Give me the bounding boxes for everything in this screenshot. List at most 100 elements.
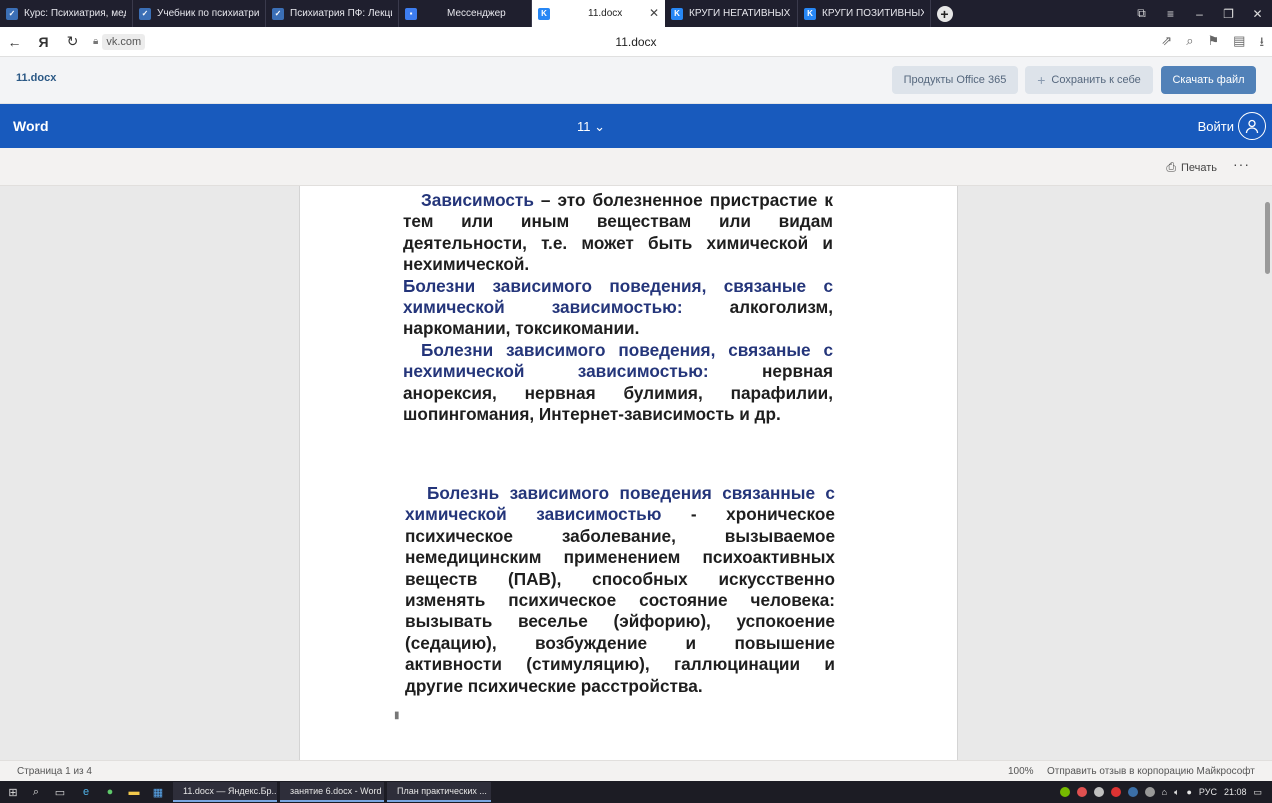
opera-icon[interactable]: [1110, 787, 1121, 797]
tab-label: КРУГИ НЕГАТИВНЫХ ПСИ: [689, 8, 791, 19]
word-header: Word 11 ⌄ Войти: [0, 104, 1272, 148]
windows-taskbar: ⊞ ⌕ ▭ e ● ▬ ▦ 11.docx — Яндекс.Бр... зан…: [0, 781, 1272, 803]
task-view-icon[interactable]: ▭: [53, 785, 67, 799]
bookmark-marker-icon: ▮: [394, 710, 400, 721]
nvidia-icon[interactable]: [1059, 787, 1070, 797]
tray-app-icon[interactable]: [1076, 787, 1087, 797]
browser-tab[interactable]: ▪ Мессенджер: [399, 0, 532, 27]
download-button-label: Скачать файл: [1172, 74, 1245, 86]
taskbar-app-label: 11.docx — Яндекс.Бр...: [183, 786, 277, 796]
tab-favicon-icon: ✓: [6, 7, 18, 20]
tray-app-icon[interactable]: [1093, 787, 1104, 797]
address-bar: ← Я ↻ 🔒︎ vk.com 11.docx ⇗ ⌕ ⚑ ▤ ⭳: [0, 27, 1272, 57]
taskbar-app-word[interactable]: План практических ...: [387, 782, 491, 802]
share-icon[interactable]: ⇗: [1161, 33, 1172, 55]
feedback-link[interactable]: Отправить отзыв в корпорацию Майкрософт: [1047, 766, 1255, 777]
tab-label: Психиатрия ПФ: Лекция 2: [290, 8, 392, 19]
edge-icon[interactable]: e: [79, 785, 93, 799]
tab-label: Курс: Психиатрия, медиц: [24, 8, 126, 19]
chrome-icon[interactable]: ●: [103, 785, 117, 799]
new-tab-button[interactable]: +: [931, 0, 958, 27]
browser-tab-active[interactable]: K 11.docx ✕: [532, 0, 665, 27]
microphone-icon[interactable]: ●: [1186, 787, 1191, 797]
browser-tab[interactable]: ✓ Учебник по психиатрии.р: [133, 0, 266, 27]
printer-icon: ⎙: [1166, 160, 1176, 174]
browser-tab[interactable]: ✓ Курс: Психиатрия, медиц: [0, 0, 133, 27]
windows-start-icon[interactable]: ⊞: [6, 785, 20, 799]
taskbar-app-browser[interactable]: 11.docx — Яндекс.Бр...: [173, 782, 277, 802]
lock-icon: 🔒︎: [93, 36, 99, 47]
messenger-icon: ▪: [405, 7, 417, 20]
vk-doc-header: 11.docx Продукты Office 365 + Сохранить …: [0, 57, 1272, 104]
input-language[interactable]: РУС: [1199, 787, 1217, 797]
back-arrow-icon[interactable]: ←: [0, 34, 29, 50]
paragraph-text: - хроническое психическое заболевание, в…: [405, 504, 835, 696]
restore-icon[interactable]: ❐: [1214, 7, 1243, 21]
tab-favicon-icon: ✓: [272, 7, 284, 20]
taskbar-app-label: занятие 6.docx - Word: [290, 786, 382, 796]
yandex-logo-icon[interactable]: Я: [29, 34, 58, 50]
browser-tab[interactable]: ✓ Психиатрия ПФ: Лекция 2: [266, 0, 399, 27]
tab-label: КРУГИ ПОЗИТИВНЫХ ПС: [822, 8, 924, 19]
notifications-icon[interactable]: ▭: [1253, 787, 1262, 798]
address-bar-actions: ⇗ ⌕ ⚑ ▤ ⭳: [1161, 33, 1264, 55]
document-text-block: Зависимость – это болезненное пристрасти…: [403, 190, 833, 425]
word-brand[interactable]: Word: [13, 118, 49, 134]
system-tray: ⌂ 🔈︎ ● РУС 21:08 ▭: [1059, 781, 1272, 803]
download-icon[interactable]: ⭳: [1259, 33, 1264, 55]
document-area: Зависимость – это болезненное пристрасти…: [0, 186, 1272, 760]
document-text-block: Болезнь зависимого поведения связанные с…: [405, 483, 835, 697]
browser-tab[interactable]: K КРУГИ НЕГАТИВНЫХ ПСИ: [665, 0, 798, 27]
download-file-button[interactable]: Скачать файл: [1161, 66, 1256, 94]
browser-tab-strip: ✓ Курс: Психиатрия, медиц ✓ Учебник по п…: [0, 0, 1272, 27]
collections-icon[interactable]: ▤: [1233, 33, 1245, 55]
document-name[interactable]: 11 ⌄: [577, 119, 605, 135]
taskbar-app-label: План практических ...: [397, 786, 487, 796]
tab-favicon-icon: ✓: [139, 7, 151, 20]
volume-icon[interactable]: 🔈︎: [1174, 787, 1179, 798]
plus-icon: +: [1037, 72, 1046, 88]
office365-button[interactable]: Продукты Office 365: [892, 66, 1018, 94]
page-title: 11.docx: [615, 35, 657, 49]
document-page: Зависимость – это болезненное пристрасти…: [299, 186, 958, 760]
url-field[interactable]: 🔒︎ vk.com: [93, 33, 146, 50]
network-icon[interactable]: ⌂: [1162, 787, 1167, 797]
tab-label: Учебник по психиатрии.р: [157, 8, 259, 19]
save-to-self-button[interactable]: + Сохранить к себе: [1025, 66, 1153, 94]
vertical-scrollbar[interactable]: [1265, 202, 1270, 274]
more-options-button[interactable]: ···: [1233, 156, 1250, 172]
print-button[interactable]: ⎙ Печать: [1166, 160, 1217, 175]
user-avatar-icon[interactable]: [1238, 112, 1266, 140]
reload-icon[interactable]: ↻: [58, 33, 87, 50]
save-button-label: Сохранить к себе: [1051, 74, 1141, 86]
window-controls: ⧉ ≡ – ❐ ✕: [1127, 0, 1272, 27]
taskbar-app-word[interactable]: занятие 6.docx - Word: [280, 782, 384, 802]
clock[interactable]: 21:08: [1224, 787, 1247, 797]
office365-button-label: Продукты Office 365: [903, 74, 1007, 86]
browser-tab[interactable]: K КРУГИ ПОЗИТИВНЫХ ПС: [798, 0, 931, 27]
zoom-level[interactable]: 100%: [1008, 766, 1034, 777]
zoom-icon[interactable]: ⌕: [1186, 33, 1193, 55]
file-name: 11.docx: [16, 72, 57, 84]
close-tab-icon[interactable]: ✕: [649, 6, 659, 20]
tab-label: Мессенджер: [447, 8, 506, 19]
url-domain: vk.com: [102, 33, 146, 50]
minimize-icon[interactable]: –: [1185, 7, 1214, 21]
term-dependence: Зависимость: [421, 190, 534, 210]
bookmarks-icon[interactable]: ⧉: [1127, 6, 1156, 21]
steam-icon[interactable]: [1127, 787, 1138, 797]
folder-icon[interactable]: ▬: [127, 785, 141, 799]
status-bar: Страница 1 из 4 100% Отправить отзыв в к…: [0, 760, 1272, 781]
tray-app-icon[interactable]: [1144, 787, 1155, 797]
bookmark-icon[interactable]: ⚑: [1207, 33, 1219, 55]
plus-icon: +: [936, 5, 953, 22]
menu-icon[interactable]: ≡: [1156, 7, 1185, 21]
tab-label: 11.docx: [588, 8, 623, 19]
vk-icon: K: [671, 7, 683, 20]
close-window-icon[interactable]: ✕: [1243, 7, 1272, 21]
signin-link[interactable]: Войти: [1198, 119, 1234, 134]
store-icon[interactable]: ▦: [151, 785, 165, 799]
search-icon[interactable]: ⌕: [29, 785, 43, 799]
ribbon: ⎙ Печать ···: [0, 148, 1272, 186]
vk-icon: K: [538, 7, 550, 20]
